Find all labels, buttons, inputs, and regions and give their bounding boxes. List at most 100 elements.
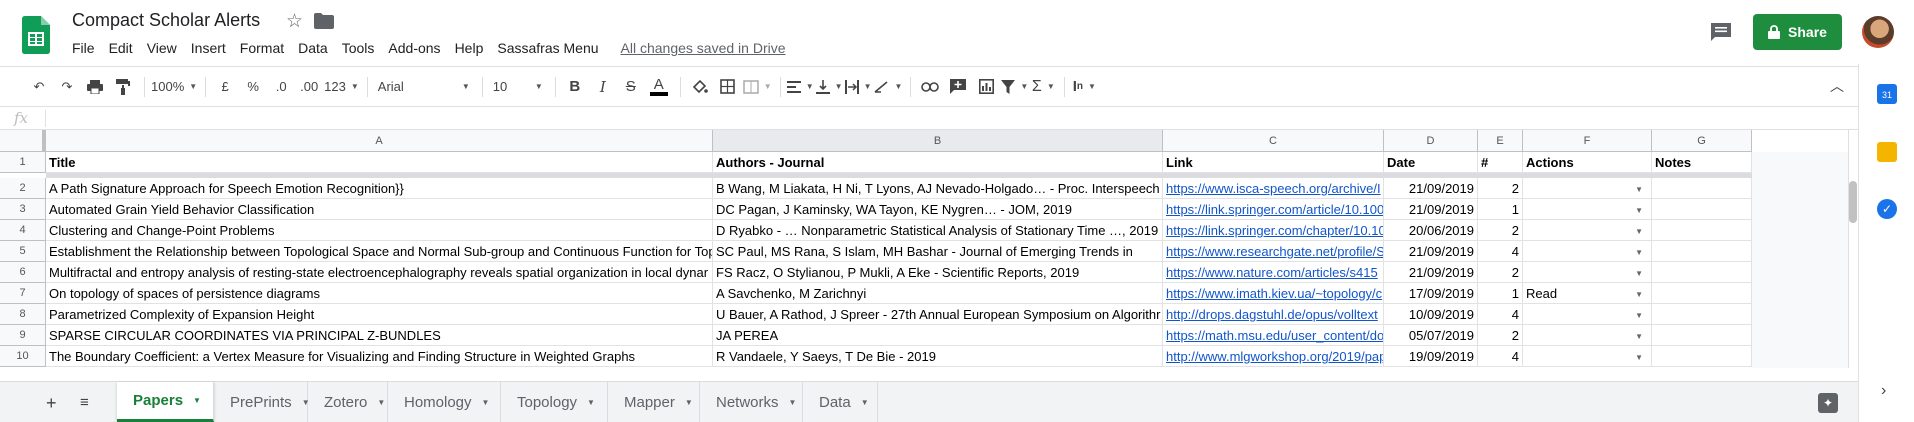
count-cell[interactable]: 2	[1478, 178, 1523, 199]
menu-sassafras[interactable]: Sassafras Menu	[497, 40, 598, 56]
row-header[interactable]: 9	[0, 325, 46, 346]
title-cell[interactable]: SPARSE CIRCULAR COORDINATES VIA PRINCIPA…	[46, 325, 713, 346]
menu-format[interactable]: Format	[240, 40, 284, 56]
link-cell[interactable]: https://math.msu.edu/user_content/do	[1163, 325, 1384, 346]
title-cell[interactable]: Parametrized Complexity of Expansion Hei…	[46, 304, 713, 325]
redo-icon[interactable]: ↷	[54, 73, 80, 101]
dropdown-arrow-icon[interactable]: ▼	[1635, 200, 1643, 219]
sheet-tab-networks[interactable]: Networks ▼	[700, 382, 803, 422]
explore-icon[interactable]: ✦	[1818, 393, 1838, 413]
vertical-scrollbar[interactable]	[1848, 130, 1858, 368]
document-title[interactable]: Compact Scholar Alerts	[72, 10, 260, 31]
save-status-link[interactable]: All changes saved in Drive	[621, 40, 786, 56]
menu-help[interactable]: Help	[455, 40, 484, 56]
notes-cell[interactable]	[1652, 178, 1752, 199]
title-cell[interactable]: Multifractal and entropy analysis of res…	[46, 262, 713, 283]
link-cell[interactable]: https://www.imath.kiev.ua/~topology/c	[1163, 283, 1384, 304]
count-cell[interactable]: 1	[1478, 199, 1523, 220]
zoom-select[interactable]: 100% ▼	[151, 73, 197, 101]
row-header[interactable]: 7	[0, 283, 46, 304]
date-cell[interactable]: 21/09/2019	[1384, 241, 1478, 262]
date-cell[interactable]: 21/09/2019	[1384, 262, 1478, 283]
count-cell[interactable]: 2	[1478, 262, 1523, 283]
notes-cell[interactable]	[1652, 241, 1752, 262]
date-cell[interactable]: 10/09/2019	[1384, 304, 1478, 325]
row-header[interactable]: 10	[0, 346, 46, 367]
authors-cell[interactable]: B Wang, M Liakata, H Ni, T Lyons, AJ Nev…	[713, 178, 1163, 199]
decrease-decimal-button[interactable]: .0	[268, 73, 294, 101]
undo-icon[interactable]: ↶	[26, 73, 52, 101]
column-header-f[interactable]: F	[1523, 130, 1652, 152]
date-cell[interactable]: 05/07/2019	[1384, 325, 1478, 346]
count-cell[interactable]: 2	[1478, 325, 1523, 346]
chevron-down-icon[interactable]: ▼	[685, 398, 693, 407]
star-icon[interactable]: ☆	[286, 10, 303, 33]
title-cell[interactable]: Automated Grain Yield Behavior Classific…	[46, 199, 713, 220]
actions-cell[interactable]: Read ▼	[1523, 283, 1652, 304]
actions-cell[interactable]: ▼	[1523, 220, 1652, 241]
actions-cell[interactable]: ▼	[1523, 178, 1652, 199]
dropdown-arrow-icon[interactable]: ▼	[1635, 347, 1643, 366]
link-cell[interactable]: https://www.isca-speech.org/archive/I	[1163, 178, 1384, 199]
vertical-align-icon[interactable]: ▼	[815, 73, 843, 101]
text-color-icon[interactable]: A	[646, 73, 672, 101]
all-sheets-icon[interactable]: ≡	[80, 394, 89, 411]
column-header-e[interactable]: E	[1478, 130, 1523, 152]
folder-icon[interactable]	[314, 13, 334, 29]
menu-insert[interactable]: Insert	[191, 40, 226, 56]
link-cell[interactable]: http://www.mlgworkshop.org/2019/pap	[1163, 346, 1384, 367]
scrollbar-thumb[interactable]	[1849, 181, 1857, 223]
link-cell[interactable]: https://link.springer.com/article/10.100	[1163, 199, 1384, 220]
link-cell[interactable]: https://www.researchgate.net/profile/S	[1163, 241, 1384, 262]
count-cell[interactable]: 4	[1478, 304, 1523, 325]
link-cell[interactable]: https://www.nature.com/articles/s415	[1163, 262, 1384, 283]
sheet-tab-mapper[interactable]: Mapper ▼	[608, 382, 700, 422]
count-cell[interactable]: 1	[1478, 283, 1523, 304]
actions-cell[interactable]: ▼	[1523, 346, 1652, 367]
paint-format-icon[interactable]	[110, 73, 136, 101]
menu-edit[interactable]: Edit	[109, 40, 133, 56]
column-header-c[interactable]: C	[1163, 130, 1384, 152]
title-cell[interactable]: Establishment the Relationship between T…	[46, 241, 713, 262]
row-header[interactable]: 5	[0, 241, 46, 262]
count-cell[interactable]: 4	[1478, 241, 1523, 262]
column-header-a[interactable]: A	[46, 130, 713, 152]
chevron-down-icon[interactable]: ▼	[482, 398, 490, 407]
row-header[interactable]: 1	[0, 152, 46, 173]
header-cell-date[interactable]: Date	[1384, 152, 1478, 173]
menu-tools[interactable]: Tools	[342, 40, 375, 56]
column-header-b[interactable]: B	[713, 130, 1163, 152]
text-wrap-icon[interactable]: ▼	[844, 73, 871, 101]
row-header[interactable]: 3	[0, 199, 46, 220]
select-all-corner[interactable]	[0, 130, 46, 152]
sheet-tab-topology[interactable]: Topology ▼	[501, 382, 608, 422]
chevron-down-icon[interactable]: ▼	[193, 396, 201, 405]
italic-icon[interactable]: I	[590, 73, 616, 101]
notes-cell[interactable]	[1652, 325, 1752, 346]
authors-cell[interactable]: JA PEREA	[713, 325, 1163, 346]
menu-data[interactable]: Data	[298, 40, 328, 56]
borders-icon[interactable]	[715, 73, 741, 101]
row-header[interactable]: 2	[0, 178, 46, 199]
title-cell[interactable]: Clustering and Change-Point Problems	[46, 220, 713, 241]
number-format-select[interactable]: 123 ▼	[324, 73, 359, 101]
authors-cell[interactable]: FS Racz, O Stylianou, P Mukli, A Eke - S…	[713, 262, 1163, 283]
date-cell[interactable]: 17/09/2019	[1384, 283, 1478, 304]
chevron-right-icon[interactable]: ›	[1881, 382, 1886, 400]
chevron-down-icon[interactable]: ▼	[587, 398, 595, 407]
formula-input[interactable]	[52, 107, 1858, 129]
title-cell[interactable]: A Path Signature Approach for Speech Emo…	[46, 178, 713, 199]
actions-cell[interactable]: ▼	[1523, 199, 1652, 220]
header-cell-authors[interactable]: Authors - Journal	[713, 152, 1163, 173]
link-cell[interactable]: https://link.springer.com/chapter/10.10	[1163, 220, 1384, 241]
merge-cells-icon[interactable]: ▼	[743, 73, 772, 101]
percent-format-button[interactable]: %	[240, 73, 266, 101]
authors-cell[interactable]: A Savchenko, M Zarichnyi	[713, 283, 1163, 304]
count-cell[interactable]: 4	[1478, 346, 1523, 367]
actions-cell[interactable]: ▼	[1523, 325, 1652, 346]
currency-format-button[interactable]: £	[212, 73, 238, 101]
authors-cell[interactable]: SC Paul, MS Rana, S Islam, MH Bashar - J…	[713, 241, 1163, 262]
sheet-tab-zotero[interactable]: Zotero ▼	[308, 382, 388, 422]
column-header-d[interactable]: D	[1384, 130, 1478, 152]
authors-cell[interactable]: D Ryabko - … Nonparametric Statistical A…	[713, 220, 1163, 241]
